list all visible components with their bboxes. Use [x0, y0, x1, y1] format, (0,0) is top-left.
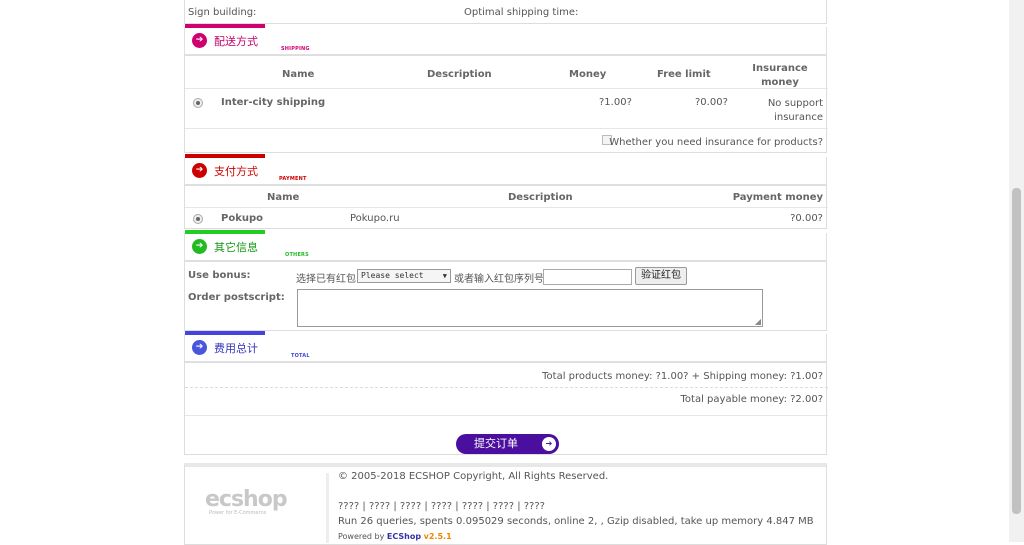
stats-text: Run 26 queries, spents 0.095029 seconds,…: [338, 516, 814, 527]
others-table: Use bonus: 选择已有红包 Please select ▼ 或者输入红包…: [184, 261, 827, 331]
arrow-right-icon: ➔: [192, 239, 207, 254]
payment-col-name: Name: [267, 192, 300, 203]
divider: [185, 128, 828, 129]
payment-description: Pokupo.ru: [350, 213, 400, 224]
submit-order-label: 提交订单: [474, 437, 518, 450]
shipping-name: Inter-city shipping: [221, 97, 326, 108]
sign-building-label: Sign building:: [188, 7, 257, 18]
total-title: 费用总计: [214, 342, 258, 355]
ecshop-brand-link[interactable]: ECShop: [387, 532, 421, 541]
others-subtitle: OTHERS: [285, 252, 309, 258]
verify-bonus-button[interactable]: 验证红包: [635, 267, 687, 285]
total-accent-bar: [185, 331, 265, 335]
arrow-right-icon: ➔: [192, 340, 207, 355]
postscript-textarea[interactable]: ◢: [297, 289, 763, 327]
total-section-header: ➔ 费用总计 TOTAL: [184, 331, 827, 362]
payment-col-money: Payment money: [732, 192, 823, 203]
powered-by-label: Powered by: [338, 532, 385, 541]
resize-grip-icon: ◢: [754, 317, 761, 326]
shipping-col-description: Description: [427, 69, 492, 80]
payment-subtitle: PAYMENT: [279, 176, 307, 182]
shipping-col-free-limit: Free limit: [657, 69, 711, 80]
ecshop-version: v2.5.1: [423, 532, 452, 541]
logo-tagline: Power for E-Commerce: [209, 510, 267, 516]
powered-by: Powered by ECShop v2.5.1: [338, 532, 452, 541]
consignee-bottom-panel: Sign building: Optimal shipping time:: [184, 0, 827, 24]
others-section-header: ➔ 其它信息 OTHERS: [184, 230, 827, 261]
arrow-right-icon: ➔: [542, 437, 556, 451]
divider: [185, 387, 828, 388]
logo-text: ecshop: [205, 487, 288, 512]
shipping-subtitle: SHIPPING: [281, 46, 310, 52]
divider: [185, 207, 828, 208]
ecshop-logo: ecshop Power for E-Commerce: [205, 487, 305, 516]
select-existing-text: 选择已有红包: [296, 274, 356, 285]
copyright-text: © 2005-2018 ECSHOP Copyright, All Rights…: [338, 471, 609, 482]
footer-links[interactable]: ???? | ???? | ???? | ???? | ???? | ???? …: [338, 501, 545, 512]
arrow-right-icon: ➔: [192, 163, 207, 178]
scrollbar-thumb[interactable]: [1012, 188, 1021, 514]
payment-col-description: Description: [508, 192, 573, 203]
shipping-title: 配送方式: [214, 35, 258, 48]
others-accent-bar: [185, 230, 265, 234]
total-subtitle: TOTAL: [291, 353, 310, 359]
shipping-col-name: Name: [282, 69, 315, 80]
shipping-col-insurance: Insurance money: [752, 63, 808, 88]
payment-accent-bar: [185, 154, 265, 158]
divider: [185, 415, 828, 416]
payment-name: Pokupo: [221, 213, 263, 224]
bonus-sn-input[interactable]: [543, 269, 632, 285]
footer: ecshop Power for E-Commerce © 2005-2018 …: [184, 463, 827, 545]
total-line-1: Total products money: ?1.00? + Shipping …: [542, 371, 823, 382]
footer-separator: [326, 473, 329, 543]
others-title: 其它信息: [214, 241, 258, 254]
verify-bonus-label: 验证红包: [641, 270, 681, 281]
shipping-table: Name Description Money Free limit Insura…: [184, 55, 828, 153]
bonus-select[interactable]: Please select ▼: [357, 269, 451, 283]
payment-radio[interactable]: [193, 214, 203, 224]
payment-title: 支付方式: [214, 165, 258, 178]
shipping-free-limit: ?0.00?: [695, 97, 728, 108]
payment-table: Name Description Payment money Pokupo Po…: [184, 185, 828, 229]
shipping-radio[interactable]: [193, 98, 203, 108]
postscript-label: Order postscript:: [188, 292, 285, 303]
shipping-insurance: No support insurance: [767, 98, 823, 123]
or-enter-text: 或者输入红包序列号: [454, 274, 544, 285]
submit-order-button[interactable]: 提交订单 ➔: [456, 434, 559, 454]
shipping-section-header: ➔ 配送方式 SHIPPING: [184, 24, 827, 55]
chevron-down-icon: ▼: [442, 272, 447, 280]
shipping-accent-bar: [185, 24, 265, 28]
shipping-money: ?1.00?: [599, 97, 632, 108]
insure-label: Whether you need insurance for products?: [609, 137, 823, 148]
total-line-2: Total payable money: ?2.00?: [680, 394, 823, 405]
bonus-label: Use bonus:: [188, 270, 251, 281]
payment-money: ?0.00?: [790, 213, 823, 224]
vertical-scrollbar[interactable]: [1009, 0, 1024, 542]
bonus-select-value: Please select: [361, 271, 424, 280]
optimal-time-label: Optimal shipping time:: [464, 7, 579, 18]
arrow-right-icon: ➔: [192, 33, 207, 48]
divider: [185, 88, 828, 89]
total-table: Total products money: ?1.00? + Shipping …: [184, 362, 828, 455]
payment-section-header: ➔ 支付方式 PAYMENT: [184, 154, 827, 185]
shipping-col-money: Money: [569, 69, 607, 80]
